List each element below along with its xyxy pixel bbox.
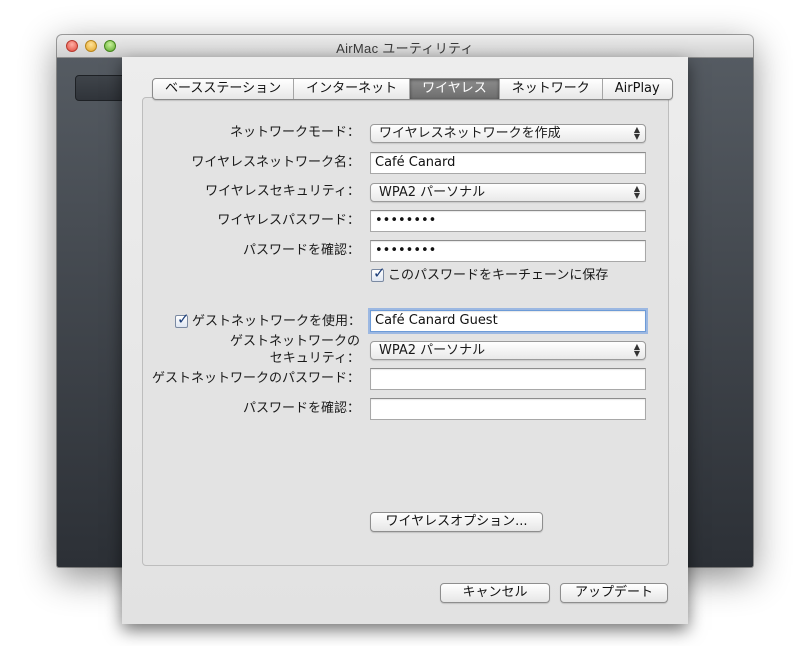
checkmark-icon: ✓ bbox=[373, 264, 386, 282]
wireless-security-label: ワイヤレスセキュリティ： bbox=[205, 184, 360, 199]
wireless-password-label: ワイヤレスパスワード： bbox=[217, 213, 360, 228]
network-mode-value: ワイヤレスネットワークを作成 bbox=[379, 126, 561, 141]
tab-base-station[interactable]: ベースステーション bbox=[153, 79, 295, 99]
wireless-password-field[interactable]: •••••••• bbox=[370, 210, 646, 232]
tab-wireless[interactable]: ワイヤレス bbox=[410, 79, 500, 99]
guest-security-label-line2: セキュリティ： bbox=[269, 351, 360, 366]
tab-bar: ベースステーション インターネット ワイヤレス ネットワーク AirPlay bbox=[152, 78, 673, 100]
network-name-field[interactable]: Café Canard bbox=[370, 152, 646, 174]
keychain-label: このパスワードをキーチェーンに保存 bbox=[388, 268, 609, 283]
guest-password-label: ゲストネットワークのパスワード： bbox=[151, 371, 360, 386]
network-name-label: ワイヤレスネットワーク名： bbox=[191, 155, 360, 170]
popup-arrows-icon: ▲ ▼ bbox=[633, 184, 640, 200]
keychain-checkbox[interactable]: ✓ bbox=[371, 265, 386, 282]
popup-arrows-icon: ▲ ▼ bbox=[633, 125, 640, 141]
guest-network-checkbox[interactable]: ✓ bbox=[175, 311, 190, 328]
guest-confirm-password-field[interactable] bbox=[370, 398, 646, 420]
window-title: AirMac ユーティリティ bbox=[336, 41, 474, 56]
wireless-security-value: WPA2 パーソナル bbox=[379, 185, 486, 200]
guest-security-popup[interactable]: WPA2 パーソナル ▲ ▼ bbox=[370, 341, 646, 360]
network-mode-popup[interactable]: ワイヤレスネットワークを作成 ▲ ▼ bbox=[370, 124, 646, 143]
tab-airplay[interactable]: AirPlay bbox=[603, 79, 672, 99]
guest-password-field[interactable] bbox=[370, 368, 646, 390]
guest-network-name-field[interactable]: Café Canard Guest bbox=[370, 310, 646, 332]
settings-sheet: ベースステーション インターネット ワイヤレス ネットワーク AirPlay ネ… bbox=[122, 57, 688, 624]
confirm-password-label: パスワードを確認： bbox=[242, 243, 360, 258]
update-button[interactable]: アップデート bbox=[560, 583, 668, 603]
wireless-security-popup[interactable]: WPA2 パーソナル ▲ ▼ bbox=[370, 183, 646, 202]
guest-security-value: WPA2 パーソナル bbox=[379, 343, 486, 358]
popup-arrows-icon: ▲ ▼ bbox=[633, 342, 640, 358]
title-bar[interactable]: AirMac ユーティリティ bbox=[57, 35, 753, 58]
guest-network-label: ゲストネットワークを使用： bbox=[192, 314, 362, 329]
guest-security-label-line1: ゲストネットワークの bbox=[229, 334, 360, 349]
wireless-options-button[interactable]: ワイヤレスオプション... bbox=[370, 512, 543, 532]
cancel-button[interactable]: キャンセル bbox=[440, 583, 550, 603]
guest-confirm-password-label: パスワードを確認： bbox=[242, 401, 360, 416]
confirm-password-field[interactable]: •••••••• bbox=[370, 240, 646, 262]
tab-network[interactable]: ネットワーク bbox=[500, 79, 603, 99]
network-mode-label: ネットワークモード： bbox=[229, 125, 360, 140]
tab-internet[interactable]: インターネット bbox=[294, 79, 411, 99]
checkmark-icon: ✓ bbox=[177, 310, 190, 328]
